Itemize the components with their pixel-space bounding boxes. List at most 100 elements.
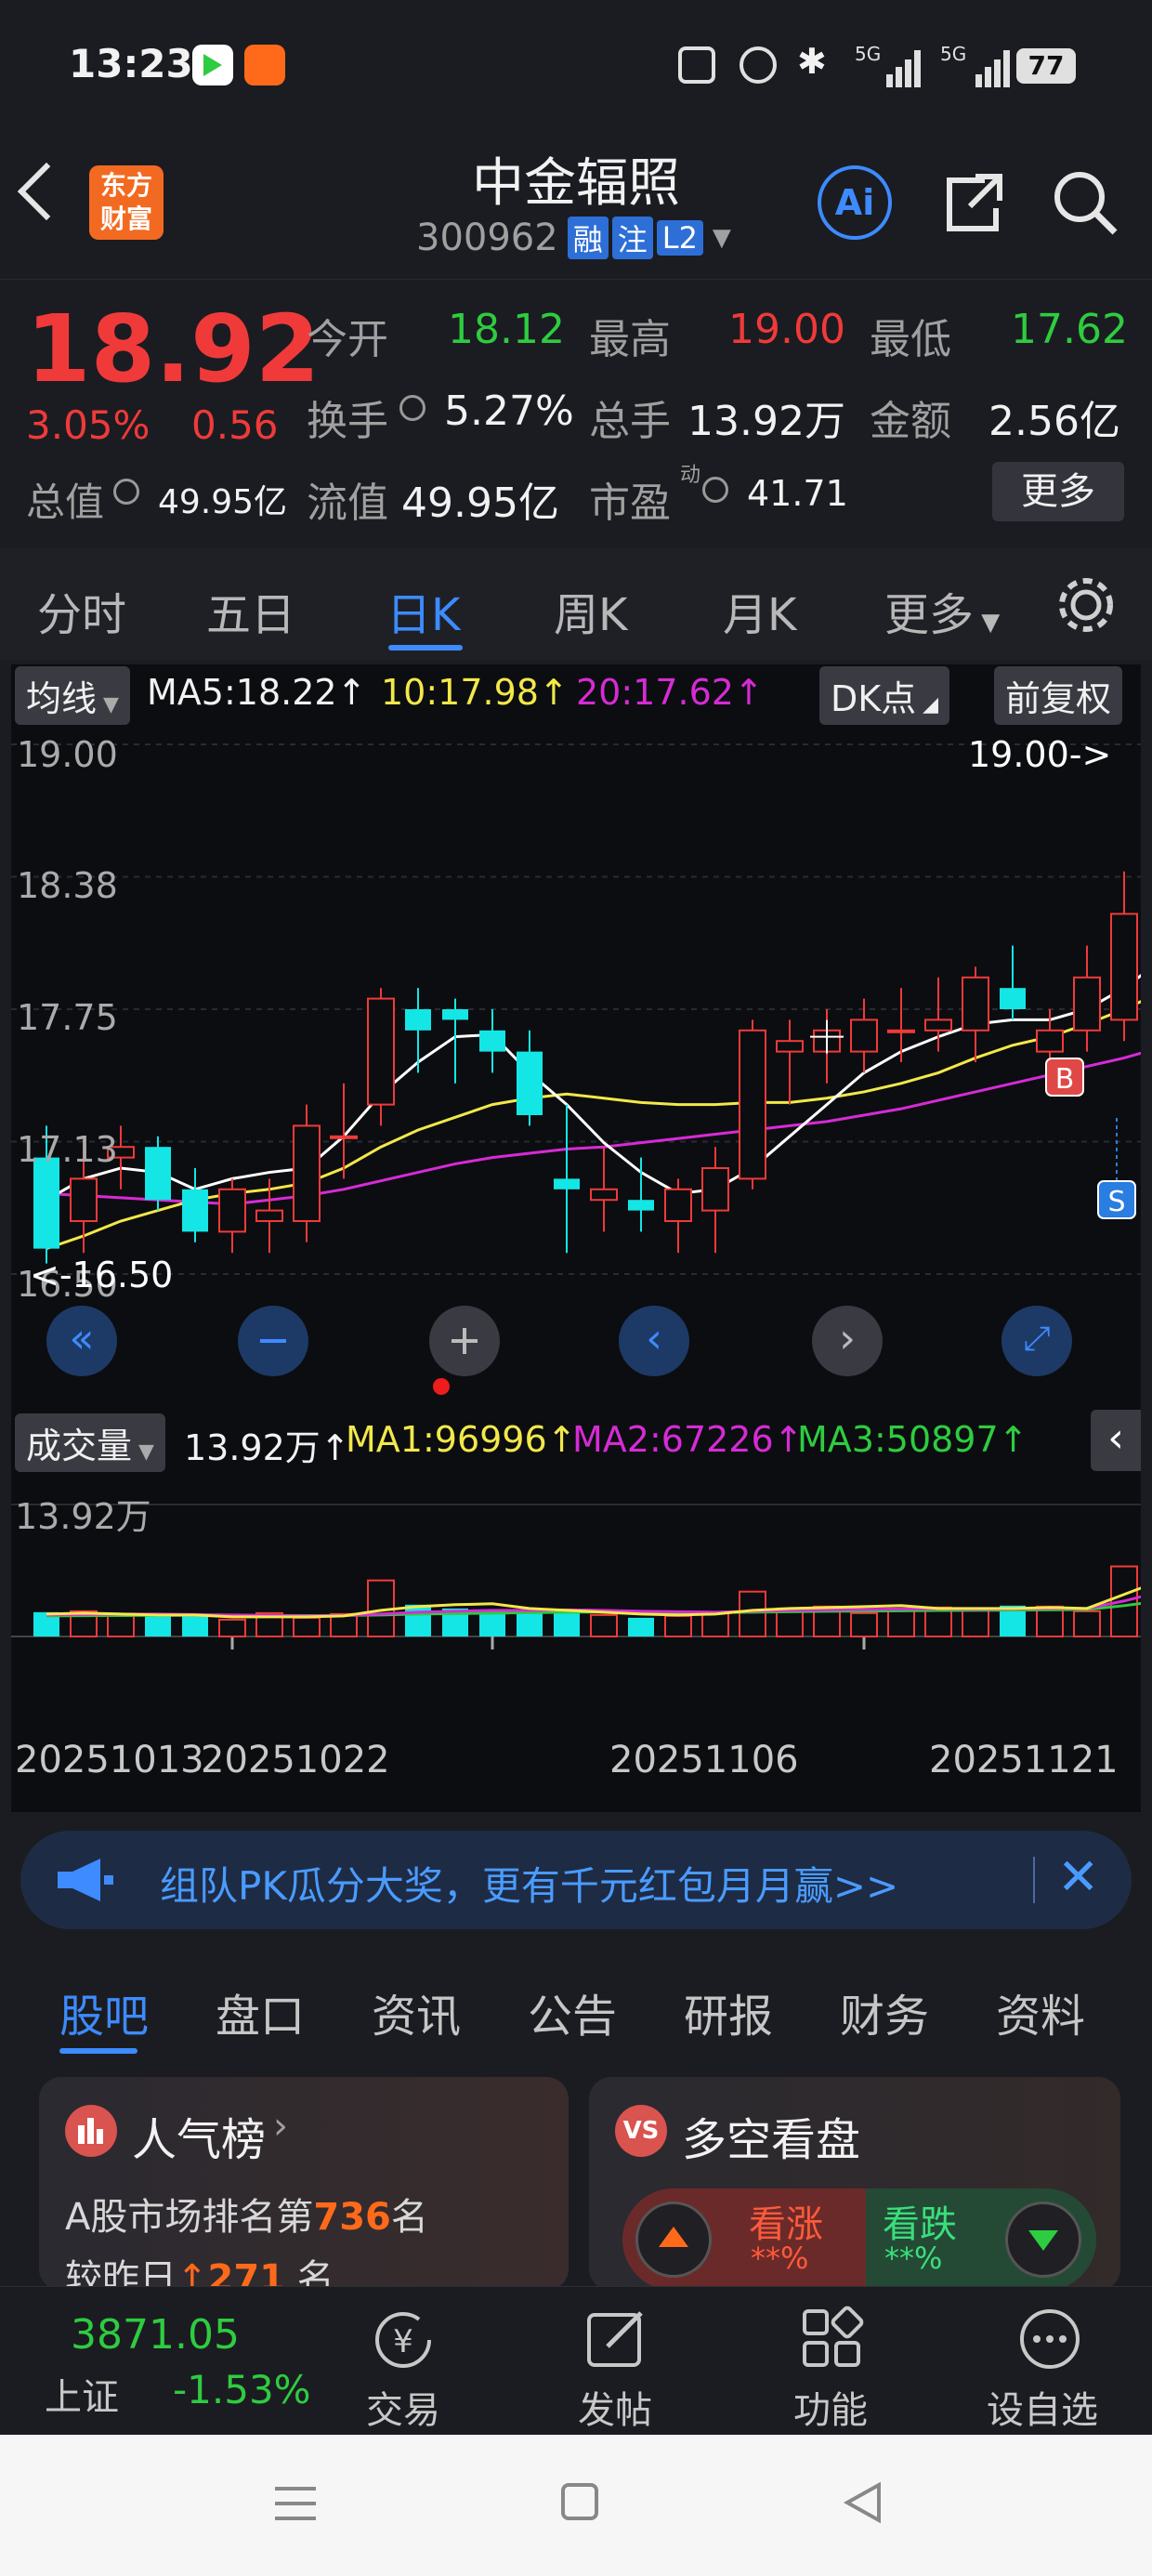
info-icon[interactable] [113, 479, 139, 505]
dk-point-button[interactable]: DK点 ◢ [819, 666, 950, 725]
post-button[interactable]: 发帖 [567, 2287, 669, 2436]
menu-icon[interactable] [275, 2483, 316, 2524]
candle-body [479, 1030, 505, 1052]
stock-code-row[interactable]: 300962 融 注 L2 ▼ [416, 216, 731, 260]
candle-body [628, 1200, 654, 1211]
svg-text:S: S [1107, 1186, 1125, 1218]
indicator-select[interactable]: 均线 ▼ [15, 666, 130, 725]
tab-profile[interactable]: 资料 [996, 1979, 1085, 2044]
sell-signal[interactable]: S [1097, 1180, 1136, 1219]
tab-research[interactable]: 研报 [684, 1979, 773, 2044]
home-icon[interactable] [561, 2483, 598, 2520]
kline-chart[interactable]: 19.00 18.38 17.75 17.13 16.50 19.00-> <-… [11, 728, 1141, 1815]
svg-text:B: B [1055, 1063, 1075, 1096]
alarm-icon [740, 46, 777, 84]
tab-intraday[interactable]: 分时 [37, 578, 126, 643]
chevron-left-icon[interactable]: ‹ [619, 1306, 689, 1376]
buy-signal[interactable]: B [1045, 1058, 1084, 1097]
candle-body [1036, 1029, 1064, 1053]
mktcap-value: 49.95亿 [158, 483, 288, 521]
candle-body [664, 1188, 692, 1222]
tab-financials[interactable]: 财务 [840, 1979, 929, 2044]
status-bar: 13:23 ✱ 5G 5G 77 [0, 0, 1152, 130]
candle-body [255, 1209, 283, 1222]
app-logo[interactable]: 东方 财富 [89, 165, 164, 240]
index-widget[interactable]: 3871.05 上证 -1.53% [0, 2287, 334, 2436]
pe-info-icon[interactable] [702, 477, 728, 503]
volume-bar [405, 1604, 431, 1636]
vol-ma2-legend: MA2:67226↑ [572, 1419, 804, 1460]
open-value: 18.12 [448, 306, 565, 353]
registration-badge: 注 [611, 217, 653, 259]
function-button[interactable]: 功能 [780, 2287, 883, 2436]
float-label: 流值 [307, 480, 388, 527]
volume-bar [554, 1610, 580, 1636]
stock-name[interactable]: 中金辐照 [390, 141, 762, 217]
ranking-icon [65, 2105, 117, 2157]
ai-assistant-button[interactable]: Ai [818, 165, 892, 240]
stock-header: 东方 财富 中金辐照 300962 融 注 L2 ▼ Ai [0, 130, 1152, 279]
volume-label: 总手 [589, 398, 671, 445]
volume-value: 13.92万 [687, 398, 845, 445]
volume-bar [850, 1611, 878, 1638]
promo-banner[interactable]: 组队PK瓜分大奖，更有千元红包月月赢>> ✕ [20, 1831, 1132, 1929]
popularity-rank-line: A股市场排名第736名 [65, 2196, 428, 2239]
collapse-panel-icon[interactable]: ‹ [1091, 1410, 1141, 1471]
bear-vote-button[interactable]: 看跌 **% [866, 2188, 1096, 2291]
index-value: 3871.05 [71, 2311, 240, 2359]
tab-daily-k[interactable]: 日K [386, 578, 460, 643]
adjust-button[interactable]: 前复权 [994, 666, 1123, 725]
candle-body [776, 1040, 804, 1053]
fullscreen-icon[interactable]: ⤢ [1001, 1306, 1072, 1376]
chevron-right-icon: › [273, 2105, 288, 2148]
ma5-line [46, 973, 1141, 1202]
grid-icon [803, 2306, 864, 2367]
tab-news[interactable]: 资讯 [372, 1979, 461, 2044]
active-tab-indicator [388, 645, 463, 651]
volume-indicator-select[interactable]: 成交量 ▼ [15, 1413, 165, 1472]
tab-more[interactable]: 更多 ▼ [884, 578, 1000, 643]
price-axis-label: 17.75 [17, 997, 118, 1038]
chevron-right-icon[interactable]: › [812, 1306, 883, 1376]
date-axis-label: 20251022 [201, 1739, 390, 1781]
system-nav-bar [0, 2435, 1152, 2576]
tab-forum[interactable]: 股吧 [59, 1979, 149, 2044]
close-icon[interactable]: ✕ [1057, 1847, 1099, 1906]
tab-monthly-k[interactable]: 月K [723, 578, 796, 643]
turnover-info-icon[interactable] [399, 395, 425, 421]
popularity-card[interactable]: 人气榜 › A股市场排名第736名 较昨日↑271 名 [39, 2077, 569, 2291]
zoom-out-icon[interactable] [238, 1306, 308, 1376]
low-price-marker: <-16.50 [30, 1255, 173, 1295]
volume-bar [107, 1614, 135, 1637]
trade-button[interactable]: ¥ 交易 [353, 2287, 455, 2436]
tab-announcements[interactable]: 公告 [528, 1979, 617, 2044]
tab-five-day[interactable]: 五日 [206, 578, 295, 643]
zoom-in-icon[interactable] [429, 1306, 500, 1376]
pe-dynamic-label: 动 [680, 464, 701, 487]
more-button[interactable]: 更多 [992, 462, 1124, 521]
gear-icon[interactable] [1054, 572, 1119, 637]
candle-body [293, 1124, 321, 1222]
candle-body [405, 1009, 431, 1031]
tab-orderbook[interactable]: 盘口 [216, 1979, 305, 2044]
add-watchlist-button[interactable]: 设自选 [985, 2287, 1115, 2436]
share-icon[interactable] [938, 167, 1009, 238]
date-axis-label: 20251121 [929, 1739, 1119, 1781]
bluetooth-icon: ✱ [797, 41, 827, 82]
date-axis-label: 20251013 [15, 1739, 204, 1781]
currency-icon: ¥ [375, 2312, 431, 2368]
tab-weekly-k[interactable]: 周K [554, 578, 627, 643]
date-axis-label: 20251106 [609, 1739, 799, 1781]
candle-body [739, 1029, 766, 1180]
back-icon[interactable] [17, 162, 76, 221]
back-nav-icon[interactable] [840, 2479, 884, 2526]
video-app-icon [192, 45, 233, 85]
volume-bar [218, 1618, 246, 1637]
bull-bear-card[interactable]: VS 多空看盘 看涨 **% 看跌 **% [589, 2077, 1120, 2291]
search-icon[interactable] [1050, 167, 1120, 238]
divider [1033, 1857, 1035, 1903]
candle-body [1110, 913, 1138, 1021]
candle-body [1000, 988, 1026, 1009]
bull-vote-button[interactable]: 看涨 **% [622, 2188, 866, 2291]
fast-back-icon[interactable]: « [46, 1306, 117, 1376]
